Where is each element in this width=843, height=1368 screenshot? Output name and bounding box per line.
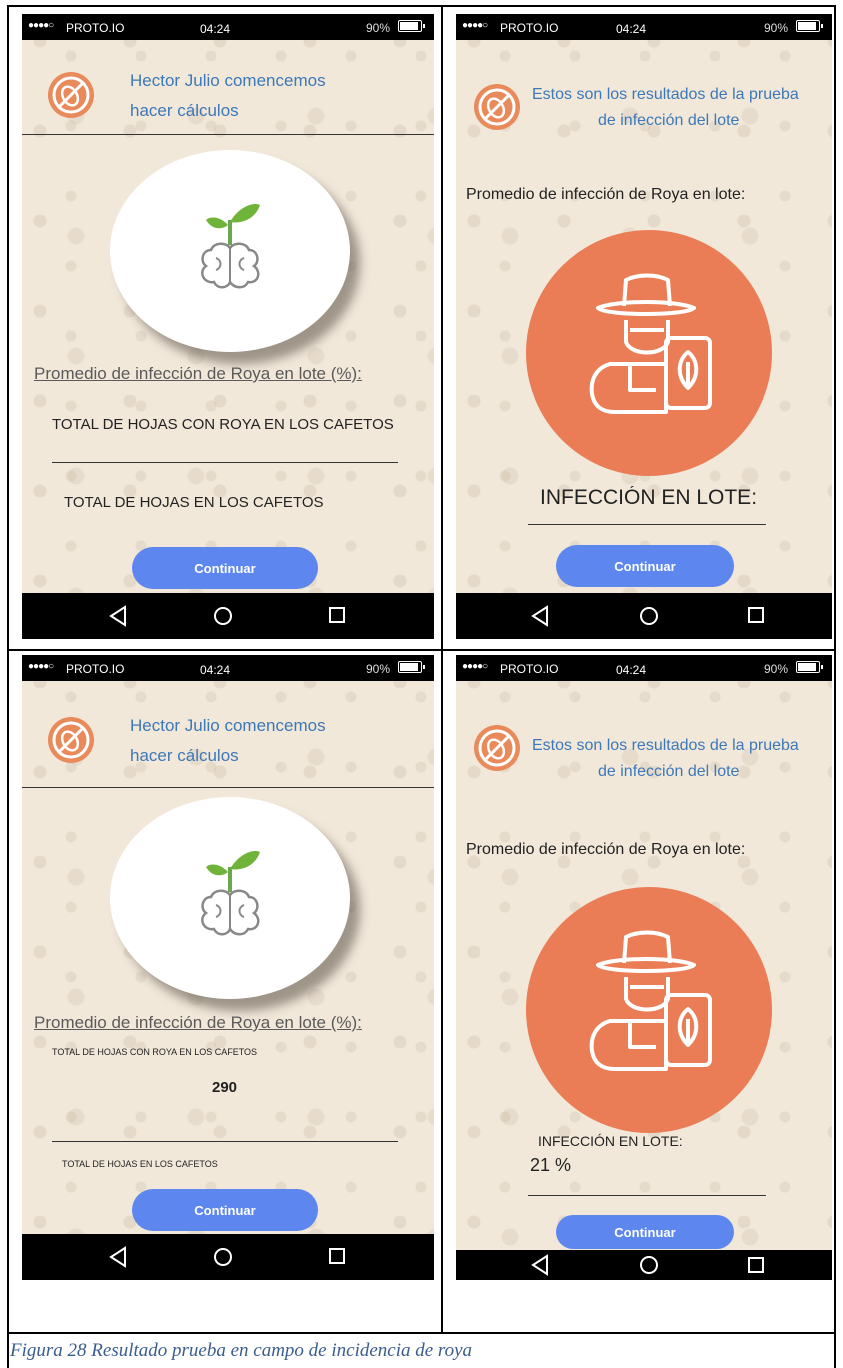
home-icon[interactable] <box>638 1254 660 1276</box>
farmer-tablet-icon <box>589 930 712 1071</box>
farmer-circle <box>526 230 772 476</box>
battery-icon <box>398 661 425 673</box>
signal-icon: ●●●●○ <box>28 661 54 672</box>
result-underline <box>528 524 766 525</box>
app-logo-icon <box>474 84 520 130</box>
farmer-tablet-icon <box>589 273 712 414</box>
recent-apps-icon[interactable] <box>746 1255 766 1275</box>
brain-sprout-icon <box>201 850 260 936</box>
battery-percent: 90% <box>365 21 390 35</box>
section-title: Promedio de infección de Roya en lote (%… <box>34 364 362 383</box>
infection-label: INFECCIÓN EN LOTE: <box>538 1133 683 1149</box>
carrier-label: PROTO.IO <box>66 21 125 35</box>
brain-sprout-icon <box>201 203 260 289</box>
header-divider <box>22 134 434 135</box>
farmer-circle <box>526 887 772 1133</box>
result-subtitle: Promedio de infección de Roya en lote: <box>466 186 746 203</box>
field-roya-label[interactable]: TOTAL DE HOJAS CON ROYA EN LOS CAFETOS <box>52 1047 322 1057</box>
field-total-label[interactable]: TOTAL DE HOJAS EN LOS CAFETOS <box>64 494 404 511</box>
grid-right <box>834 5 836 1368</box>
result-underline <box>528 1195 766 1196</box>
result-subtitle: Promedio de infección de Roya en lote: <box>466 841 746 858</box>
header-divider <box>22 787 434 788</box>
home-icon[interactable] <box>638 605 660 627</box>
continue-button[interactable]: Continuar <box>132 547 318 589</box>
carrier-label: PROTO.IO <box>500 662 559 676</box>
signal-icon: ●●●●○ <box>462 661 488 672</box>
battery-icon <box>796 661 823 673</box>
infection-value: 21 % <box>530 1155 572 1175</box>
carrier-label: PROTO.IO <box>500 21 559 35</box>
grid-middle <box>7 649 836 651</box>
status-bar: ●●●●○ PROTO.IO 04:24 90% <box>22 655 434 681</box>
android-nav-bar <box>22 1234 434 1280</box>
greeting-header: Hector Julio comencemos hacer cálculos <box>130 716 326 765</box>
screen-result-filled: ●●●●○ PROTO.IO 04:24 90% Estos son los r… <box>456 655 832 1280</box>
battery-percent: 90% <box>365 662 390 676</box>
clock: 04:24 <box>200 22 231 36</box>
grid-top <box>7 5 836 7</box>
back-icon[interactable] <box>530 1254 550 1276</box>
android-nav-bar <box>22 593 434 639</box>
grid-center <box>441 5 443 1333</box>
continue-button[interactable]: Continuar <box>132 1189 318 1231</box>
recent-apps-icon[interactable] <box>327 605 347 625</box>
recent-apps-icon[interactable] <box>746 605 766 625</box>
signal-icon: ●●●●○ <box>462 20 488 31</box>
field-total-label[interactable]: TOTAL DE HOJAS EN LOS CAFETOS <box>62 1159 322 1169</box>
home-icon[interactable] <box>212 1246 234 1268</box>
field-roya-value[interactable]: 290 <box>212 1079 237 1096</box>
app-logo-icon <box>48 72 94 118</box>
grid-left <box>7 5 9 1368</box>
brain-circle <box>110 797 350 999</box>
clock: 04:24 <box>616 663 647 677</box>
carrier-label: PROTO.IO <box>66 662 125 676</box>
result-header-line2: de infección del lote <box>598 763 740 780</box>
field-roya-underline <box>52 1141 398 1142</box>
screen-input-filled: ●●●●○ PROTO.IO 04:24 90% Hector Julio co… <box>22 655 434 1280</box>
clock: 04:24 <box>616 22 647 36</box>
brain-circle <box>110 150 350 352</box>
screen-input-empty: ●●●●○ PROTO.IO 04:24 90% Hector Julio co… <box>22 14 434 639</box>
signal-icon: ●●●●○ <box>28 20 54 31</box>
back-icon[interactable] <box>530 605 550 627</box>
battery-percent: 90% <box>763 21 788 35</box>
infection-label: INFECCIÓN EN LOTE: <box>540 486 758 509</box>
continue-button[interactable]: Continuar <box>556 1215 734 1249</box>
figure-caption: Figura 28 Resultado prueba en campo de i… <box>10 1340 473 1361</box>
recent-apps-icon[interactable] <box>327 1246 347 1266</box>
status-bar: ●●●●○ PROTO.IO 04:24 90% <box>22 14 434 40</box>
back-icon[interactable] <box>108 1246 128 1268</box>
field-roya-underline <box>52 462 398 463</box>
screen-result-empty: ●●●●○ PROTO.IO 04:24 90% Estos son los r… <box>456 14 832 639</box>
battery-icon <box>796 20 823 32</box>
status-bar: ●●●●○ PROTO.IO 04:24 90% <box>456 655 832 681</box>
battery-percent: 90% <box>763 662 788 676</box>
continue-button[interactable]: Continuar <box>556 545 734 587</box>
home-icon[interactable] <box>212 605 234 627</box>
field-roya-label[interactable]: TOTAL DE HOJAS CON ROYA EN LOS CAFETOS <box>52 416 412 433</box>
android-nav-bar <box>456 593 832 639</box>
greeting-header: Hector Julio comencemos hacer cálculos <box>130 71 326 120</box>
result-header-line2: de infección del lote <box>598 112 740 129</box>
app-logo-icon <box>48 717 94 763</box>
back-icon[interactable] <box>108 605 128 627</box>
android-nav-bar <box>456 1250 832 1280</box>
status-bar: ●●●●○ PROTO.IO 04:24 90% <box>456 14 832 40</box>
battery-icon <box>398 20 425 32</box>
section-title: Promedio de infección de Roya en lote (%… <box>34 1013 362 1032</box>
grid-bottom <box>7 1332 836 1334</box>
app-logo-icon <box>474 725 520 771</box>
clock: 04:24 <box>200 663 231 677</box>
